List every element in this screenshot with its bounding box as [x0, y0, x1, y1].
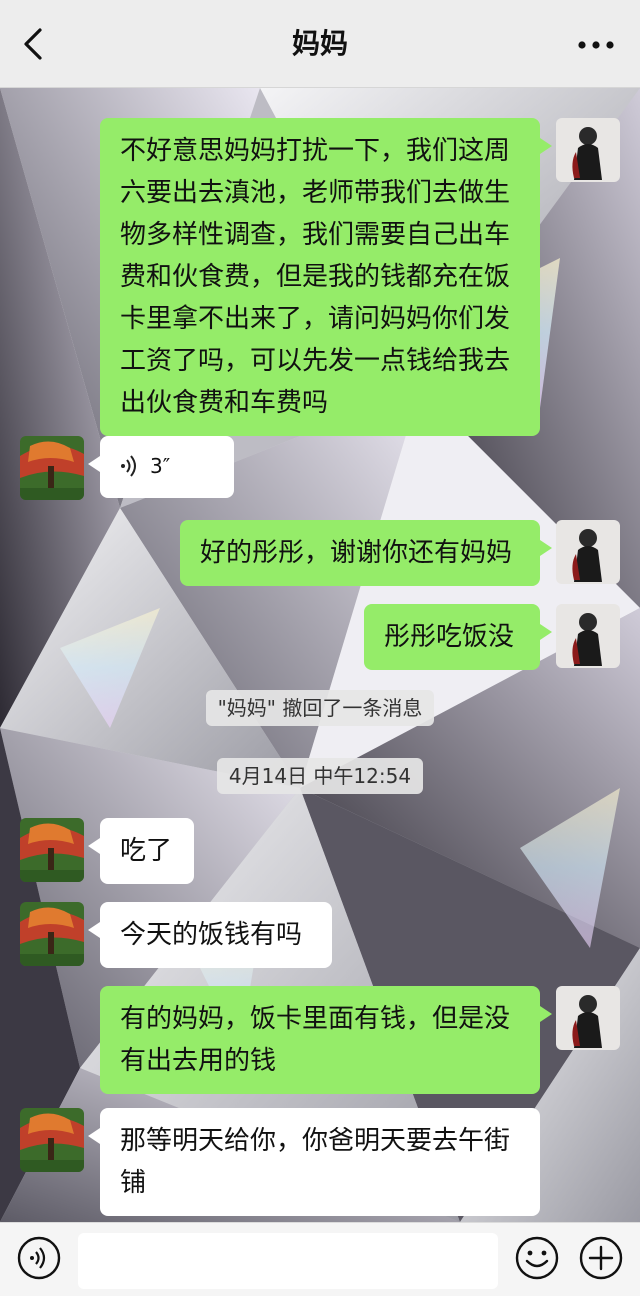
chat-header: 妈妈 — [0, 0, 640, 88]
avatar-image — [556, 604, 620, 668]
avatar-image — [20, 818, 84, 882]
recall-notice-text: "妈妈" 撤回了一条消息 — [205, 690, 435, 726]
chat-title: 妈妈 — [291, 27, 348, 60]
message-input[interactable] — [78, 1233, 498, 1289]
avatar-image — [20, 1108, 84, 1172]
avatar-image — [556, 118, 620, 182]
message-bubble-them[interactable]: 今天的饭钱有吗 — [88, 902, 332, 968]
avatar-image — [20, 902, 84, 966]
message-bubble-me[interactable]: 彤彤吃饭没 — [364, 604, 552, 670]
my-avatar[interactable] — [556, 986, 620, 1050]
more-dots-icon — [578, 41, 614, 49]
voice-input-icon — [17, 1236, 61, 1280]
avatar-image — [556, 520, 620, 584]
timestamp: 4月14日 中午12:54 — [0, 758, 640, 794]
input-bar — [0, 1222, 640, 1296]
mom-avatar[interactable] — [20, 902, 84, 966]
chevron-left-icon — [24, 28, 42, 60]
timestamp-text: 4月14日 中午12:54 — [216, 758, 424, 794]
more-button[interactable] — [574, 28, 618, 62]
my-avatar[interactable] — [556, 118, 620, 182]
back-button[interactable] — [14, 22, 54, 66]
mom-avatar[interactable] — [20, 818, 84, 882]
more-functions-button[interactable] — [578, 1235, 624, 1281]
voice-input-button[interactable] — [16, 1235, 62, 1281]
voice-wave-icon — [121, 454, 136, 477]
message-bubble-them[interactable]: 吃了 — [88, 818, 194, 884]
voice-message-bubble[interactable]: 3″ — [88, 436, 234, 498]
avatar-image — [20, 436, 84, 500]
my-avatar[interactable] — [556, 520, 620, 584]
mom-avatar[interactable] — [20, 1108, 84, 1172]
system-notice: "妈妈" 撤回了一条消息 — [0, 690, 640, 726]
emoji-button[interactable] — [514, 1235, 560, 1281]
message-bubble-me[interactable]: 不好意思妈妈打扰一下，我们这周六要出去滇池，老师带我们去做生物多样性调查，我们需… — [100, 118, 552, 436]
avatar-image — [556, 986, 620, 1050]
message-bubble-me[interactable]: 有的妈妈，饭卡里面有钱，但是没有出去用的钱 — [100, 986, 552, 1094]
voice-duration: 3″ — [150, 453, 171, 478]
plus-icon — [579, 1236, 623, 1280]
mom-avatar[interactable] — [20, 436, 84, 500]
message-bubble-me[interactable]: 好的彤彤，谢谢你还有妈妈 — [180, 520, 552, 586]
my-avatar[interactable] — [556, 604, 620, 668]
message-bubble-them[interactable]: 那等明天给你，你爸明天要去午街铺 — [88, 1108, 540, 1216]
emoji-icon — [515, 1236, 559, 1280]
